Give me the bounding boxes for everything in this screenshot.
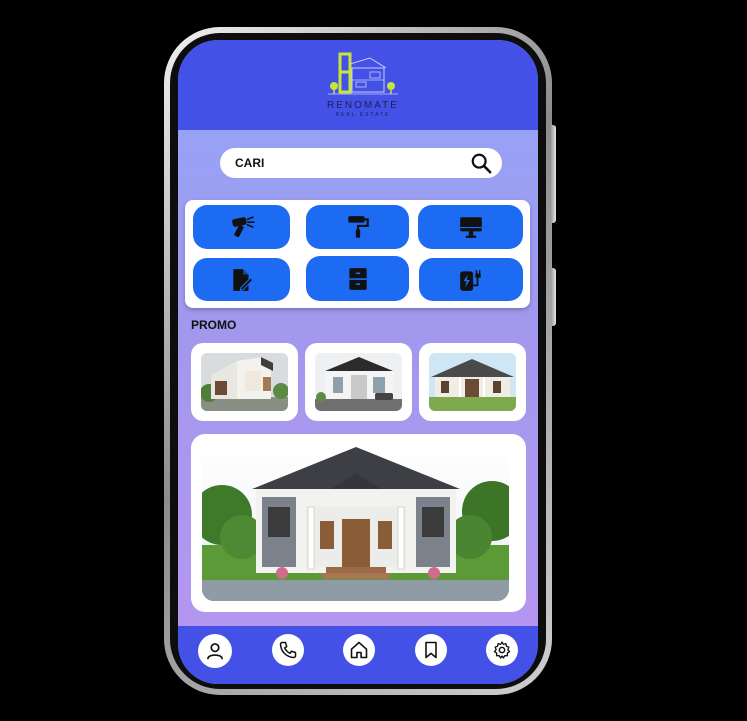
brand-tagline: REAL ESTATE xyxy=(335,112,391,118)
featured-house-image xyxy=(202,445,509,601)
electric-plug-icon xyxy=(460,269,481,291)
document-edit-icon xyxy=(232,268,254,291)
brand-logo: RENOMATE REAL ESTATE xyxy=(318,50,408,130)
bookmark-icon xyxy=(425,641,437,659)
promo-card-3[interactable] xyxy=(419,343,526,421)
nav-home-button[interactable] xyxy=(343,634,375,666)
promo-house-image-3 xyxy=(429,353,516,411)
app-screen: RENOMATE REAL ESTATE CARI PROMO xyxy=(178,40,538,684)
category-button-document[interactable] xyxy=(193,258,290,301)
category-button-computer[interactable] xyxy=(418,205,523,249)
nav-call-button[interactable] xyxy=(272,634,304,666)
paint-roller-icon xyxy=(347,216,369,238)
phone-volume-button xyxy=(551,125,556,223)
nav-bookmark-button[interactable] xyxy=(415,634,447,666)
cabinet-icon xyxy=(348,267,367,290)
bottom-navigation xyxy=(178,626,538,684)
home-icon xyxy=(350,641,368,659)
brand-name: RENOMATE xyxy=(327,100,399,111)
category-button-electric[interactable] xyxy=(419,258,523,301)
nav-profile-button[interactable] xyxy=(198,634,232,668)
category-button-paint[interactable] xyxy=(306,205,409,249)
nav-settings-button[interactable] xyxy=(486,634,518,666)
search-icon[interactable] xyxy=(470,152,492,174)
settings-gear-icon xyxy=(493,641,511,659)
category-button-cabinet[interactable] xyxy=(306,256,409,301)
category-button-drill[interactable] xyxy=(193,205,290,249)
computer-monitor-icon xyxy=(459,217,482,238)
promo-heading: PROMO xyxy=(191,318,237,332)
category-panel xyxy=(185,200,530,308)
search-bar[interactable]: CARI xyxy=(220,148,502,178)
search-label: CARI xyxy=(235,156,265,170)
promo-house-image-1 xyxy=(201,353,288,411)
phone-icon xyxy=(279,641,297,659)
user-icon xyxy=(207,643,223,660)
promo-house-image-2 xyxy=(315,353,402,411)
phone-power-button xyxy=(551,268,556,326)
promo-card-1[interactable] xyxy=(191,343,298,421)
house-logo-icon xyxy=(328,52,398,95)
featured-banner[interactable] xyxy=(191,434,526,612)
promo-card-2[interactable] xyxy=(305,343,412,421)
app-header: RENOMATE REAL ESTATE xyxy=(178,40,538,130)
hammer-drill-icon xyxy=(231,216,255,237)
